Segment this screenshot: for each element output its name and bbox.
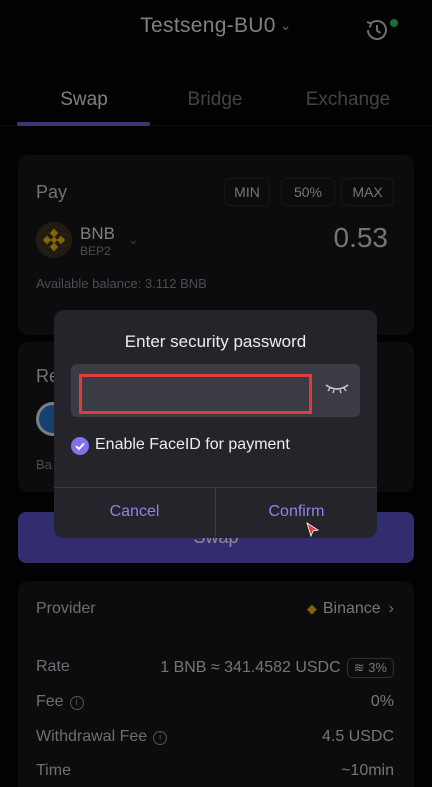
dialog-title: Enter security password [124,332,307,351]
confirm-button[interactable]: Confirm [216,503,377,521]
checkmark-icon [75,442,85,451]
toggle-visibility-button[interactable] [322,376,352,400]
faceid-checkbox[interactable] [71,437,89,455]
mouse-cursor-icon [306,522,320,538]
eye-closed-icon [325,384,349,394]
faceid-label[interactable]: Enable FaceID for payment [95,436,290,454]
password-input[interactable] [82,377,309,411]
cancel-button[interactable]: Cancel [54,503,215,521]
